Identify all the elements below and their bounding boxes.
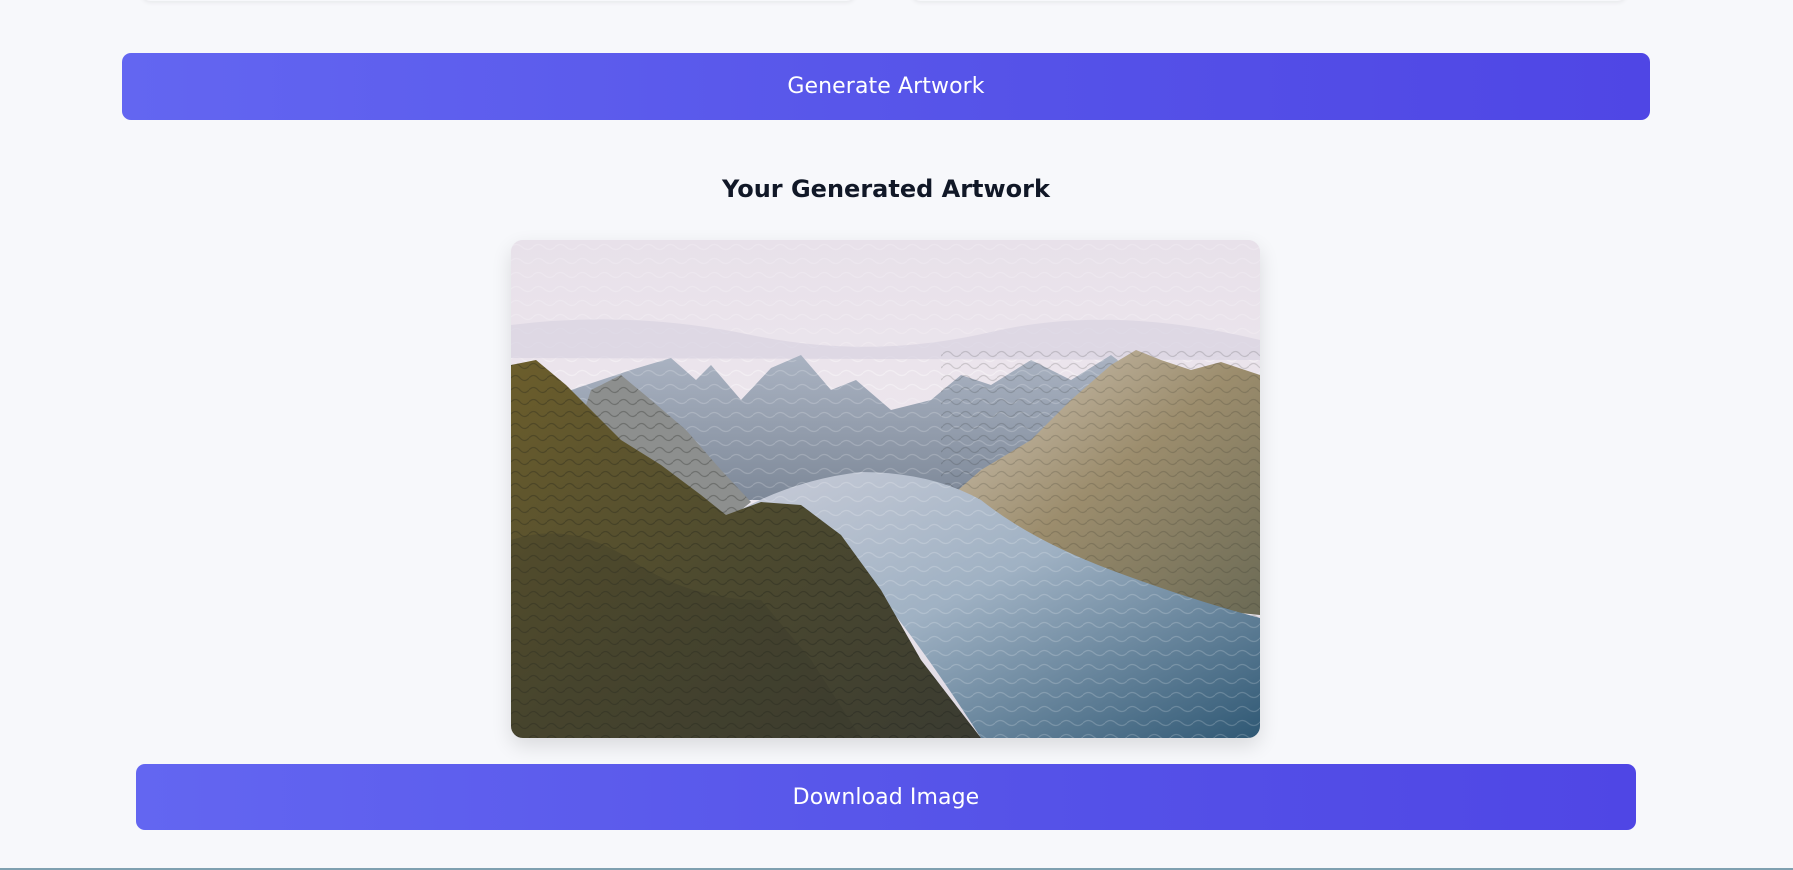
previous-section-card-left: [141, 0, 856, 1]
generated-artwork-title: Your Generated Artwork: [722, 175, 1050, 203]
download-image-button[interactable]: Download Image: [136, 764, 1636, 830]
page: Generate Artwork Your Generated Artwork: [0, 0, 1793, 870]
generated-artwork-image: [511, 240, 1260, 738]
previous-section-card-right: [911, 0, 1627, 1]
generate-artwork-button[interactable]: Generate Artwork: [122, 53, 1650, 120]
artwork-canvas: [511, 240, 1260, 738]
